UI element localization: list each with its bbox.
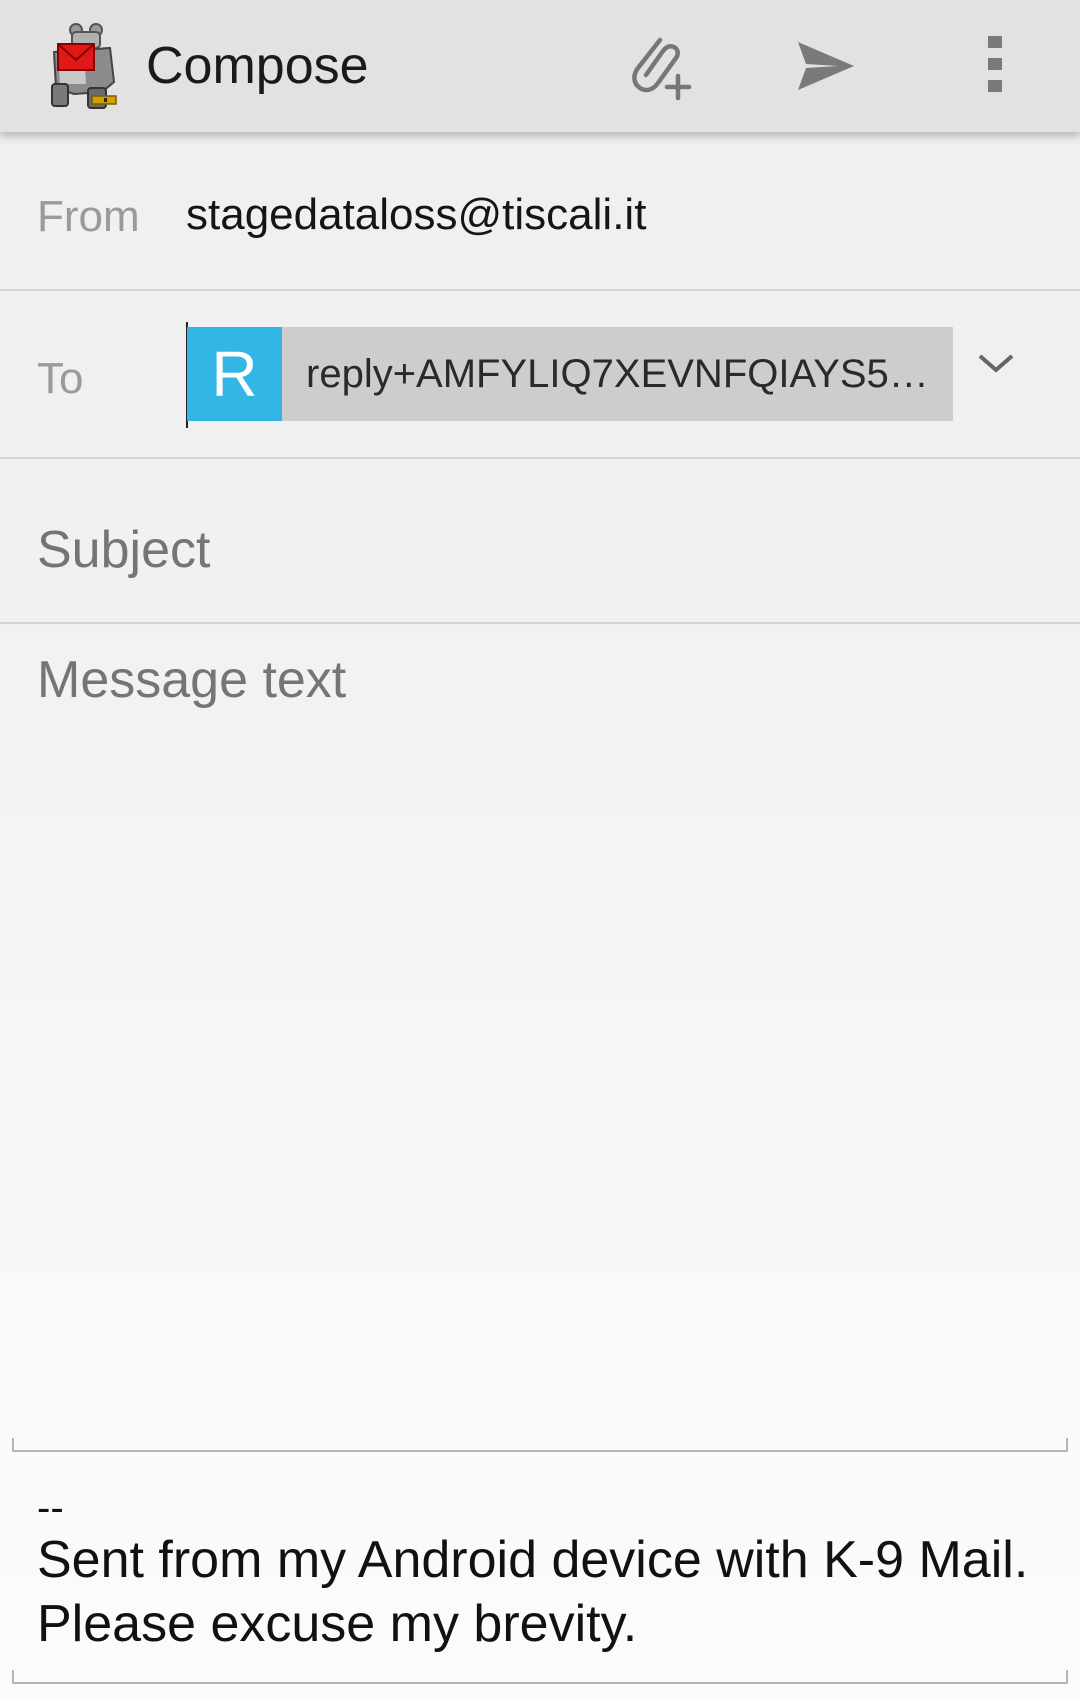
message-field-underline [12,1438,1068,1452]
recipient-chip[interactable]: R reply+AMFYLIQ7XEVNFQIAYS5… [187,327,953,421]
action-bar: Compose [0,0,1080,132]
from-account-selector[interactable]: stagedataloss@tiscali.it [186,190,646,240]
signature-field[interactable]: -- Sent from my Android device with K-9 … [37,1488,1047,1656]
signature-field-underline [12,1670,1068,1684]
divider [0,457,1080,459]
signature-separator: -- [37,1486,64,1530]
k9-mail-logo-icon[interactable] [44,22,124,114]
subject-input[interactable] [37,515,1037,585]
signature-text: Sent from my Android device with K-9 Mai… [37,1531,1029,1653]
from-row: From stagedataloss@tiscali.it [0,132,1080,290]
message-text-input[interactable] [37,650,1037,1420]
divider [0,289,1080,291]
divider [0,622,1080,624]
recipient-avatar: R [187,327,282,421]
expand-recipients-button[interactable] [970,340,1022,392]
send-icon [794,38,858,99]
chevron-down-icon [976,352,1016,381]
send-button[interactable] [784,26,868,110]
overflow-menu-button[interactable] [954,26,1038,110]
app-title: Compose [146,37,369,95]
recipient-address: reply+AMFYLIQ7XEVNFQIAYS5… [306,351,929,396]
to-label: To [37,354,84,403]
to-row: To R reply+AMFYLIQ7XEVNFQIAYS5… [0,292,1080,458]
from-label: From [37,192,140,241]
attach-button[interactable] [616,26,700,110]
attach-icon [620,28,696,109]
overflow-menu-icon [986,34,1006,103]
